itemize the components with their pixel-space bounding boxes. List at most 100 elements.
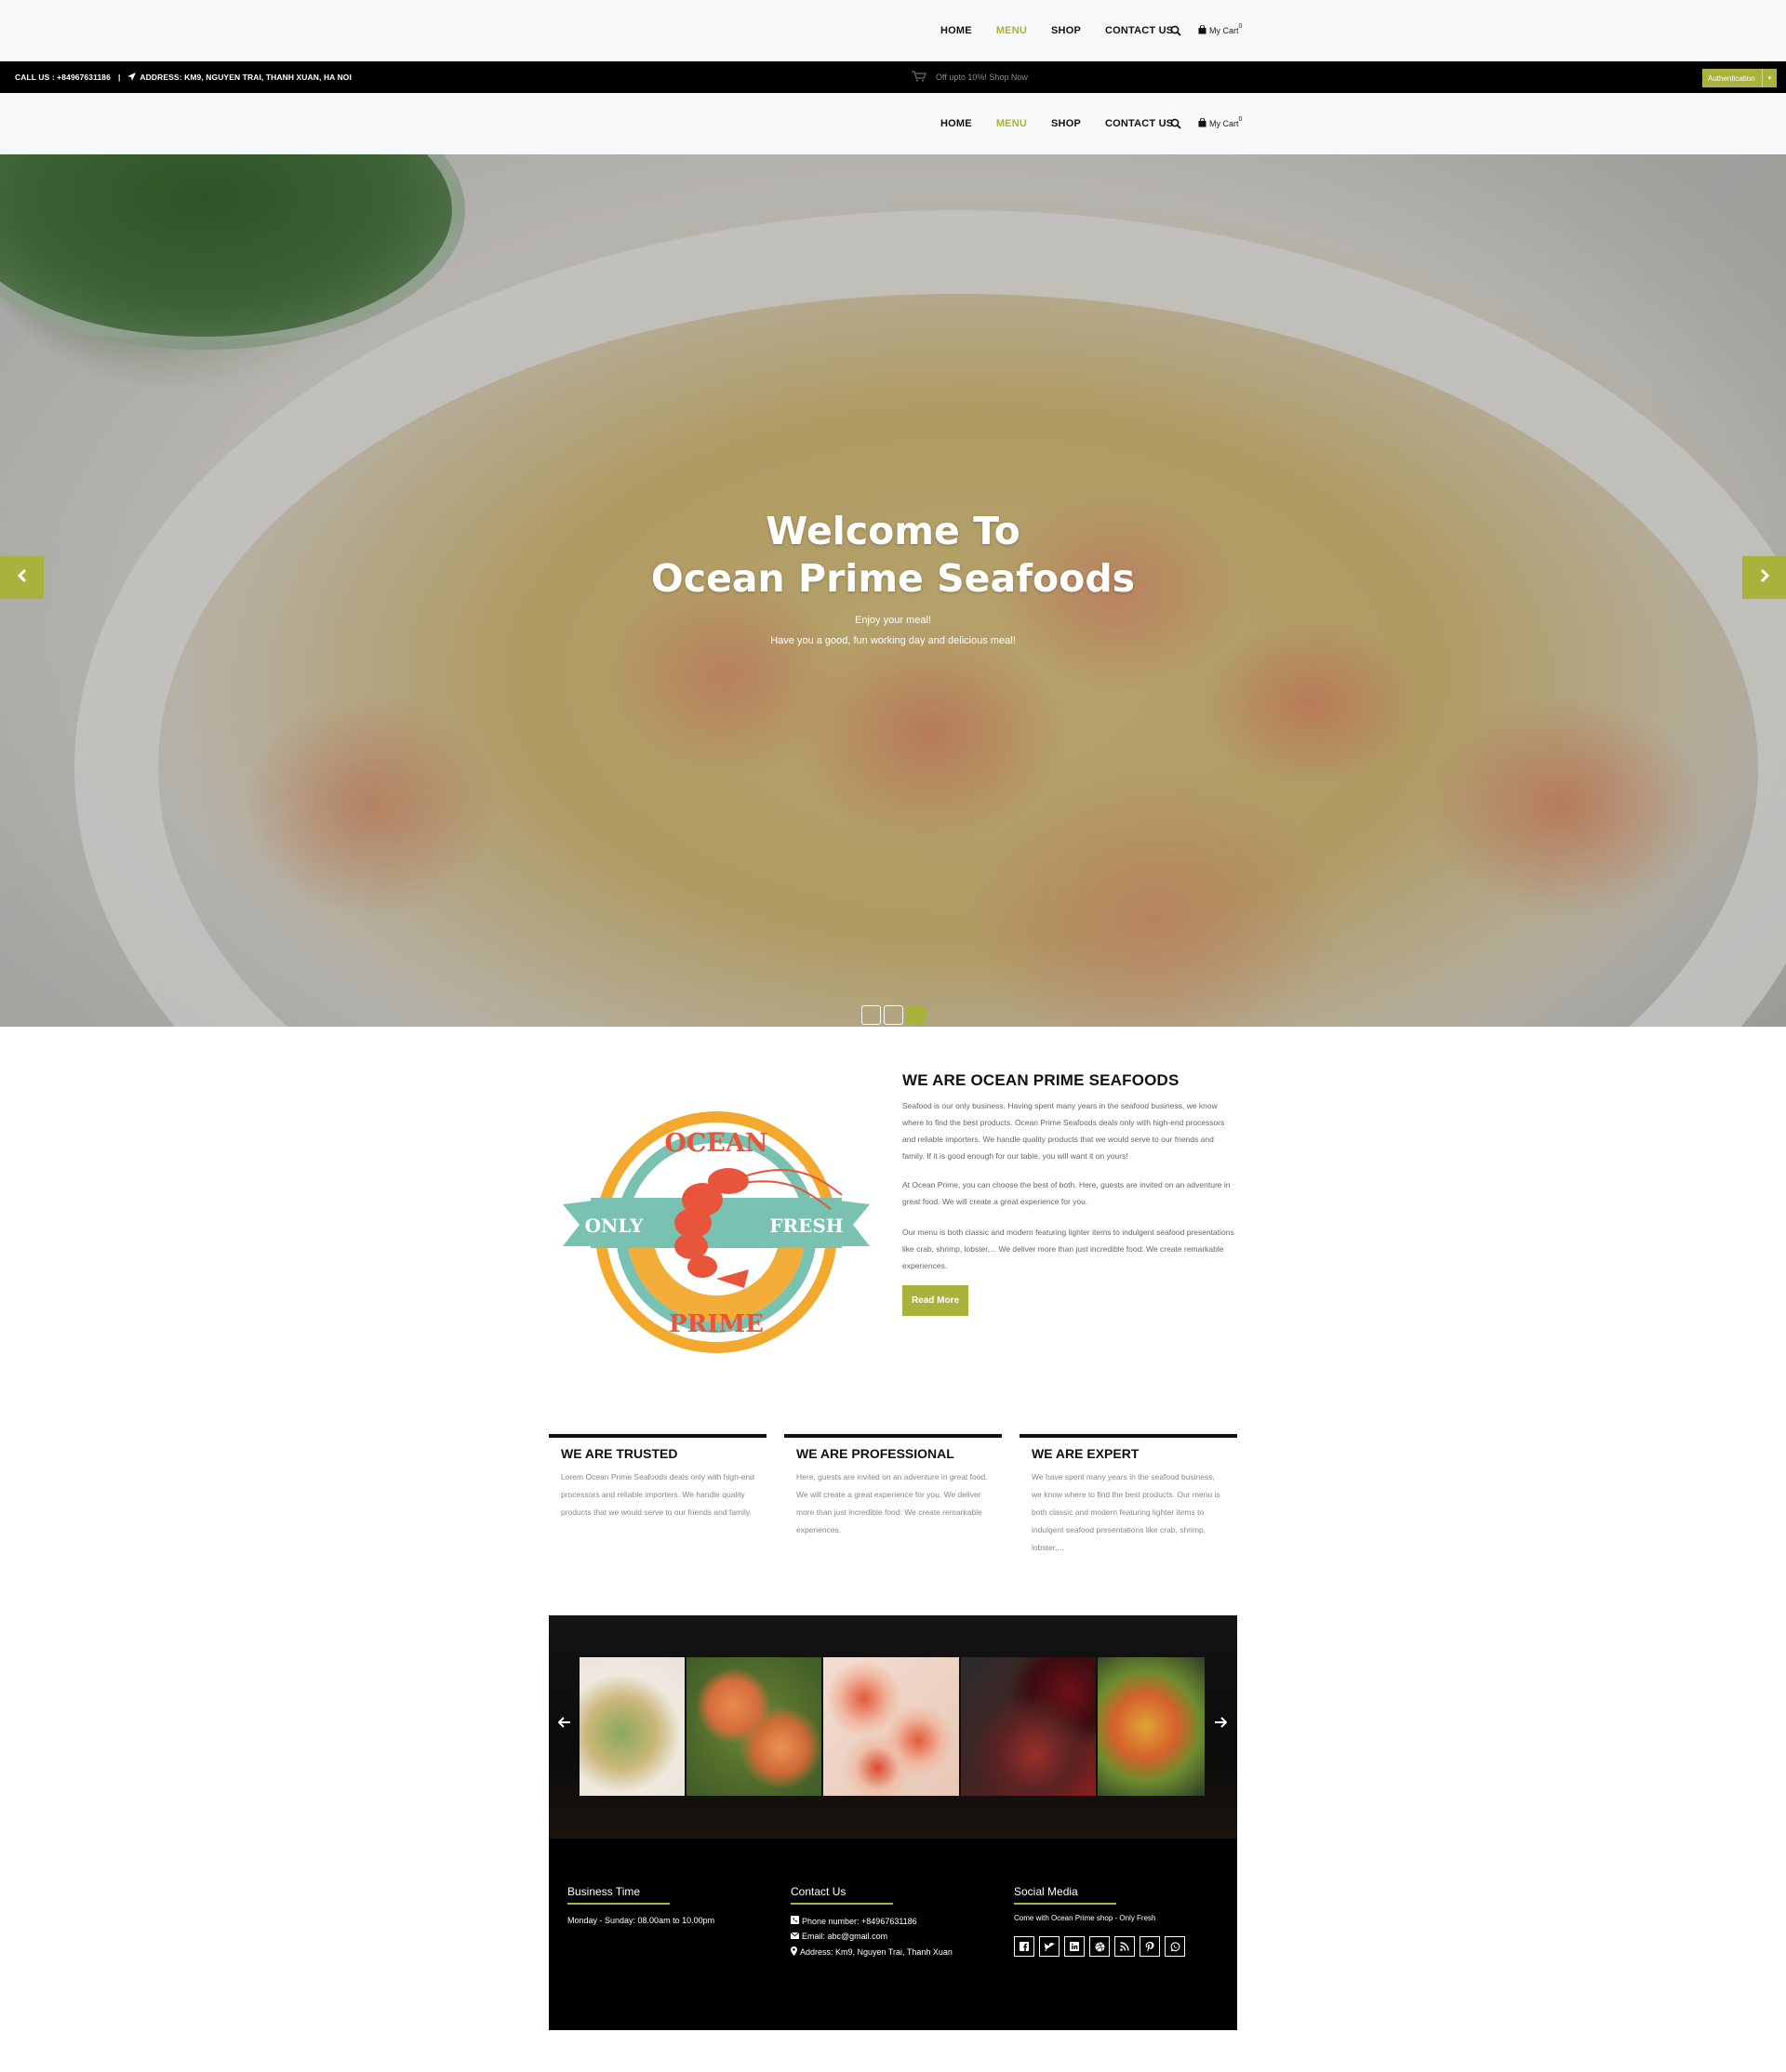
- cart-link[interactable]: My Cart 0: [1198, 115, 1243, 129]
- search-icon[interactable]: [1170, 24, 1183, 37]
- cart-count: 0: [1238, 115, 1243, 123]
- envelope-icon: [790, 1932, 802, 1941]
- pinterest-icon[interactable]: [1140, 1936, 1160, 1957]
- cart-count: 0: [1238, 22, 1243, 30]
- nav-menu[interactable]: MENU: [996, 25, 1027, 36]
- logo-text-fresh: FRESH: [769, 1215, 843, 1237]
- feature-title: WE ARE PROFESSIONAL: [796, 1446, 954, 1461]
- nav-home[interactable]: HOME: [940, 118, 972, 129]
- cart-label: My Cart: [1209, 26, 1239, 35]
- footer-contact: Contact Us Phone number: +84967631186 Em…: [790, 1885, 953, 1958]
- logo-text-prime: PRIME: [669, 1310, 764, 1338]
- map-marker-icon: [791, 1946, 800, 1958]
- chevron-right-icon: [1758, 568, 1771, 588]
- address-text: ADDRESS: KM9, NGUYEN TRAI, THANH XUAN, H…: [140, 73, 352, 82]
- gallery-strip: [580, 1657, 1206, 1796]
- business-hours-text: Monday - Sunday: 08.00am to 10.00pm: [567, 1916, 715, 1925]
- footer-heading: Contact Us: [791, 1885, 893, 1905]
- gallery-image-shrimp-avocado[interactable]: [686, 1657, 822, 1796]
- food-gallery: [549, 1615, 1237, 1839]
- social-links: [1014, 1936, 1190, 1957]
- hero-slider: Welcome To Ocean Prime Seafoods Enjoy yo…: [0, 154, 1786, 1027]
- twitter-icon[interactable]: [1039, 1936, 1060, 1957]
- business-hours: Monday - Sunday: 08.00am to 10.00pm: [567, 1916, 714, 1925]
- nav-icons-secondary: My Cart 0: [1170, 93, 1242, 154]
- footer: Business Time Monday - Sunday: 08.00am t…: [549, 1839, 1237, 2030]
- hero-dot-1[interactable]: [861, 1005, 881, 1025]
- facebook-icon[interactable]: [1014, 1936, 1034, 1957]
- rss-icon[interactable]: [1114, 1936, 1135, 1957]
- hero-dot-3[interactable]: [906, 1005, 926, 1025]
- nav-menu[interactable]: MENU: [996, 118, 1027, 129]
- gallery-next-button[interactable]: [1212, 1716, 1229, 1733]
- nav-home[interactable]: HOME: [940, 25, 972, 36]
- about-paragraph-3: Our menu is both classic and modern feat…: [902, 1228, 1234, 1270]
- hero-prev-button[interactable]: [0, 556, 44, 599]
- gallery-image-shrimp-cups[interactable]: [823, 1657, 959, 1796]
- feature-text: Lorem Ocean Prime Seafoods deals only wi…: [561, 1472, 754, 1517]
- authentication-label: Authentication: [1708, 73, 1755, 83]
- shopping-cart-icon: [912, 71, 936, 84]
- gallery-prev-button[interactable]: [556, 1716, 573, 1733]
- logo-text-ocean: OCEAN: [664, 1129, 767, 1158]
- search-icon[interactable]: [1170, 117, 1183, 130]
- info-bar: CALL US : +84967631186 | ADDRESS: KM9, N…: [0, 61, 1786, 93]
- nav-links: HOME MENU SHOP CONTACT US: [940, 0, 1197, 61]
- footer-heading: Social Media: [1014, 1885, 1116, 1905]
- feature-expert: WE ARE EXPERT We have spent many years i…: [1020, 1434, 1237, 1557]
- cart-label: My Cart: [1209, 119, 1239, 128]
- phone-square-icon: [791, 1916, 802, 1926]
- dribbble-icon[interactable]: [1089, 1936, 1110, 1957]
- contact-info: CALL US : +84967631186 | ADDRESS: KM9, N…: [15, 61, 352, 93]
- nav-contact-us[interactable]: CONTACT US: [1105, 118, 1173, 129]
- linkedin-icon[interactable]: [1064, 1936, 1085, 1957]
- location-arrow-icon: [127, 72, 140, 83]
- social-tagline: Come with Ocean Prime shop - Only Fresh: [1014, 1914, 1156, 1922]
- feature-title: WE ARE TRUSTED: [561, 1446, 678, 1461]
- feature-professional: WE ARE PROFESSIONAL Here, guests are inv…: [784, 1434, 1002, 1539]
- contact-phone: Phone number: +84967631186: [791, 1916, 953, 1926]
- call-us-text: CALL US : +84967631186: [15, 73, 111, 82]
- nav-contact-us[interactable]: CONTACT US: [1105, 25, 1173, 36]
- hero-dot-2[interactable]: [884, 1005, 903, 1025]
- ocean-prime-logo: OCEAN ONLY FRESH PRIME: [563, 1107, 870, 1367]
- authentication-dropdown[interactable]: Authentication ▾: [1702, 69, 1777, 87]
- hero-next-button[interactable]: [1742, 556, 1786, 599]
- hero-title: Welcome To Ocean Prime Seafoods: [0, 508, 1786, 603]
- feature-text: We have spent many years in the seafood …: [1032, 1472, 1220, 1552]
- footer-heading: Business Time: [567, 1885, 670, 1905]
- separator: |: [117, 73, 121, 82]
- contact-address: Address: Km9, Nguyen Trai, Thanh Xuan: [791, 1946, 953, 1958]
- gallery-image-seafood-wine[interactable]: [960, 1657, 1096, 1796]
- contact-email: Email: abc@gmail.com: [790, 1932, 953, 1941]
- nav-shop[interactable]: SHOP: [1051, 25, 1081, 36]
- promo[interactable]: Off upto 10%! Shop Now: [912, 61, 1028, 93]
- email-text: Email: abc@gmail.com: [802, 1932, 888, 1941]
- feature-text: Here, guests are invited on an adventure…: [796, 1472, 988, 1534]
- chevron-left-icon: [16, 568, 29, 588]
- sticky-navbar: HOME MENU SHOP CONTACT US My Cart 0: [0, 93, 1786, 154]
- nav-links-secondary: HOME MENU SHOP CONTACT US: [940, 93, 1197, 154]
- feature-title: WE ARE EXPERT: [1032, 1446, 1140, 1461]
- whatsapp-icon[interactable]: [1165, 1936, 1185, 1957]
- nav-shop[interactable]: SHOP: [1051, 118, 1081, 129]
- feature-trusted: WE ARE TRUSTED Lorem Ocean Prime Seafood…: [549, 1434, 766, 1521]
- hero-title-line2: Ocean Prime Seafoods: [650, 556, 1136, 601]
- logo-text-only: ONLY: [585, 1215, 644, 1237]
- about-paragraph-2: At Ocean Prime, you can choose the best …: [902, 1180, 1231, 1206]
- caret-down-icon: ▾: [1762, 69, 1777, 87]
- address-text: Address: Km9, Nguyen Trai, Thanh Xuan: [800, 1947, 953, 1957]
- arrow-left-icon: [557, 1716, 571, 1733]
- about-title: WE ARE OCEAN PRIME SEAFOODS: [902, 1071, 1180, 1089]
- footer-social: Social Media Come with Ocean Prime shop …: [1014, 1885, 1190, 1957]
- shopping-bag-icon: [1198, 24, 1209, 36]
- gallery-image-fish-salad[interactable]: [580, 1657, 686, 1796]
- arrow-right-icon: [1214, 1716, 1228, 1733]
- cart-link[interactable]: My Cart 0: [1198, 22, 1243, 36]
- read-more-button[interactable]: Read More: [902, 1285, 968, 1316]
- gallery-image-tacos[interactable]: [1097, 1657, 1205, 1796]
- shopping-bag-icon: [1198, 117, 1209, 129]
- hero-title-line1: Welcome To: [766, 509, 1020, 553]
- logo-graphic: OCEAN ONLY FRESH PRIME: [563, 1111, 870, 1353]
- nav-icons: My Cart 0: [1170, 0, 1242, 61]
